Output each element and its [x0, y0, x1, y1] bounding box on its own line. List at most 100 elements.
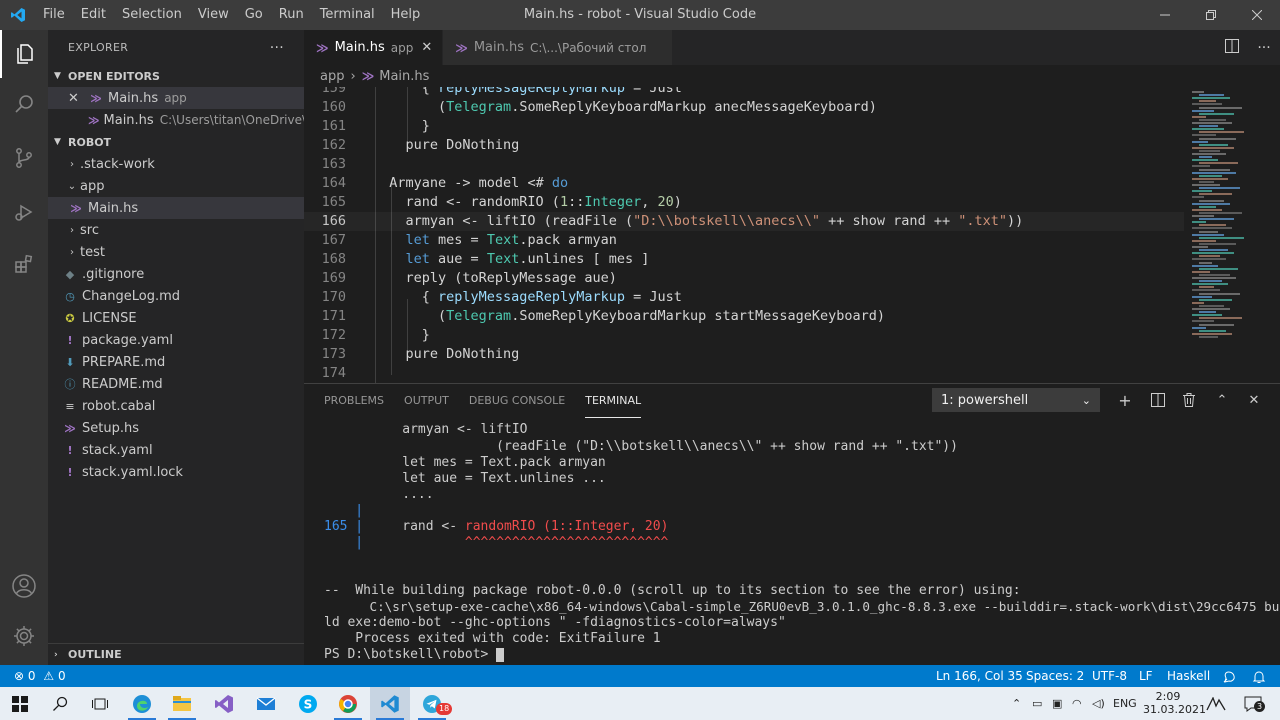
code-line[interactable]: 163 [304, 155, 1184, 174]
windows-start-icon[interactable] [0, 687, 40, 720]
code-line[interactable]: 170 { replyMessageReplyMarkup = Just [304, 288, 1184, 307]
volume-icon[interactable]: ◁) [1092, 687, 1105, 720]
run-debug-icon[interactable] [0, 188, 48, 236]
code-line[interactable]: 164 Armyane -> model <# do [304, 174, 1184, 193]
eol-status[interactable]: LF [1139, 665, 1153, 687]
menu-run[interactable]: Run [271, 0, 312, 30]
tree-item-changelog[interactable]: ◷ ChangeLog.md [48, 285, 304, 307]
tree-item-package-yaml[interactable]: ! package.yaml [48, 329, 304, 351]
more-actions-button[interactable]: ··· [270, 40, 284, 56]
tab-debug-console[interactable]: DEBUG CONSOLE [469, 384, 565, 418]
vscode-taskbar-icon[interactable] [370, 687, 410, 720]
code-line[interactable]: 174 [304, 364, 1184, 383]
terminal-select[interactable]: 1: powershell ⌄ [932, 388, 1100, 412]
code-line[interactable]: 167 let mes = Text.pack armyan [304, 231, 1184, 250]
new-terminal-icon[interactable]: + [1109, 384, 1141, 416]
terminal-output[interactable]: armyan <- liftIO (readFile ("D:\\botskel… [304, 422, 1280, 666]
input-language[interactable]: ENG [1113, 687, 1137, 720]
tree-item-src[interactable]: › src [48, 219, 304, 241]
tab-terminal[interactable]: TERMINAL [585, 384, 642, 418]
code-editor[interactable]: 159 { replyMessageReplyMarkup = Just 160 … [304, 87, 1184, 383]
menu-edit[interactable]: Edit [73, 0, 114, 30]
terminal-prompt[interactable]: PS D:\botskell\robot> [324, 647, 505, 663]
open-editor-main-app[interactable]: ✕ ≫ Main.hs app [48, 87, 304, 109]
code-line[interactable]: 159 { replyMessageReplyMarkup = Just [304, 87, 1184, 98]
tab-output[interactable]: OUTPUT [404, 384, 449, 418]
menu-selection[interactable]: Selection [114, 0, 190, 30]
tree-item-main-hs[interactable]: ≫ Main.hs [48, 197, 304, 219]
battery-icon[interactable]: ▭ [1032, 687, 1042, 720]
file-explorer-icon[interactable] [162, 687, 202, 720]
code-line[interactable]: 162 pure DoNothing [304, 136, 1184, 155]
telegram-icon[interactable]: 18 [412, 687, 453, 720]
close-panel-icon[interactable]: ✕ [1238, 384, 1270, 416]
extensions-icon[interactable] [0, 240, 48, 288]
cursor-position[interactable]: Ln 166, Col 35 [936, 665, 1023, 687]
chrome-icon[interactable] [328, 687, 368, 720]
tree-item-app[interactable]: ⌄ app [48, 175, 304, 197]
indentation-status[interactable]: Spaces: 2 [1026, 665, 1084, 687]
tab-main-app[interactable]: ≫ Main.hs app ✕ [304, 30, 444, 65]
menu-terminal[interactable]: Terminal [312, 0, 383, 30]
menu-help[interactable]: Help [383, 0, 429, 30]
encoding-status[interactable]: UTF-8 [1092, 665, 1127, 687]
menu-view[interactable]: View [190, 0, 237, 30]
close-tab-icon[interactable]: ✕ [421, 40, 432, 55]
tree-item-stack-yaml-lock[interactable]: ! stack.yaml.lock [48, 461, 304, 483]
code-line[interactable]: 169 reply (toReplyMessage aue) [304, 269, 1184, 288]
code-line[interactable]: 168 let aue = Text.unlines [ mes ] [304, 250, 1184, 269]
tree-item-prepare-md[interactable]: ⬇ PREPARE.md [48, 351, 304, 373]
open-editor-main-desktop[interactable]: ≫ Main.hs C:\Users\titan\OneDrive\Pa... [48, 109, 304, 131]
tree-item-gitignore[interactable]: ◆ .gitignore [48, 263, 304, 285]
restore-button[interactable] [1188, 0, 1234, 30]
search-icon[interactable] [40, 687, 80, 720]
visual-studio-icon[interactable] [204, 687, 244, 720]
code-line[interactable]: 173 pure DoNothing [304, 345, 1184, 364]
maximize-panel-icon[interactable]: ⌃ [1206, 384, 1238, 416]
close-window-button[interactable] [1234, 0, 1280, 30]
notifications-bell-icon[interactable] [1252, 665, 1266, 687]
explorer-icon[interactable] [0, 30, 48, 78]
code-line[interactable]: 161 } [304, 117, 1184, 136]
code-line[interactable]: 171 (Telegram.SomeReplyKeyboardMarkup st… [304, 307, 1184, 326]
vscode-logo-icon[interactable] [0, 0, 35, 30]
tree-item-readme-md[interactable]: ⓘ README.md [48, 373, 304, 395]
edge-browser-icon[interactable] [122, 687, 162, 720]
split-terminal-icon[interactable] [1142, 384, 1174, 416]
tree-item-stack-work[interactable]: › .stack-work [48, 153, 304, 175]
network-icon[interactable]: ▣ [1052, 687, 1062, 720]
minimize-button[interactable] [1142, 0, 1188, 30]
clock[interactable]: 2:09 31.03.2021 [1143, 690, 1206, 720]
split-editor-icon[interactable] [1216, 38, 1248, 57]
breadcrumb-file[interactable]: Main.hs [379, 69, 429, 84]
skype-icon[interactable]: S [288, 687, 328, 720]
close-icon[interactable]: ✕ [68, 91, 84, 106]
minimap[interactable] [1184, 87, 1280, 383]
code-line[interactable]: 166 armyan <- liftIO (readFile ("D:\\bot… [304, 212, 1184, 231]
tab-main-desktop[interactable]: ≫ Main.hs C:\...\Рабочий стол [443, 30, 674, 65]
account-icon[interactable] [0, 562, 48, 610]
code-line[interactable]: 165 rand <- randomRIO (1::Integer, 20) [304, 193, 1184, 212]
menu-go[interactable]: Go [237, 0, 271, 30]
manage-gear-icon[interactable] [0, 612, 48, 660]
code-line[interactable]: 160 (Telegram.SomeReplyKeyboardMarkup an… [304, 98, 1184, 117]
show-hidden-icons[interactable]: ⌃ [1012, 687, 1021, 720]
mail-icon[interactable] [246, 687, 286, 720]
problems-status[interactable]: ⊗ 0 ⚠ 0 [14, 665, 66, 687]
language-status[interactable]: Haskell [1167, 665, 1210, 687]
open-editors-section[interactable]: ▼ OPEN EDITORS [48, 65, 304, 87]
tree-item-test[interactable]: › test [48, 241, 304, 263]
source-control-icon[interactable] [0, 134, 48, 182]
tree-item-setup-hs[interactable]: ≫ Setup.hs [48, 417, 304, 439]
tab-problems[interactable]: PROBLEMS [324, 384, 384, 418]
task-view-icon[interactable] [80, 687, 120, 720]
search-icon[interactable] [0, 80, 48, 128]
pen-workspace-icon[interactable] [1206, 687, 1226, 720]
trash-icon[interactable] [1173, 384, 1205, 416]
tree-item-license[interactable]: ✪ LICENSE [48, 307, 304, 329]
tree-item-robot-cabal[interactable]: ≡ robot.cabal [48, 395, 304, 417]
wifi-icon[interactable]: ◠ [1072, 687, 1082, 720]
code-line[interactable]: 172 } [304, 326, 1184, 345]
more-actions-icon[interactable]: ··· [1248, 40, 1280, 56]
notification-center-icon[interactable]: 3 [1244, 687, 1266, 720]
